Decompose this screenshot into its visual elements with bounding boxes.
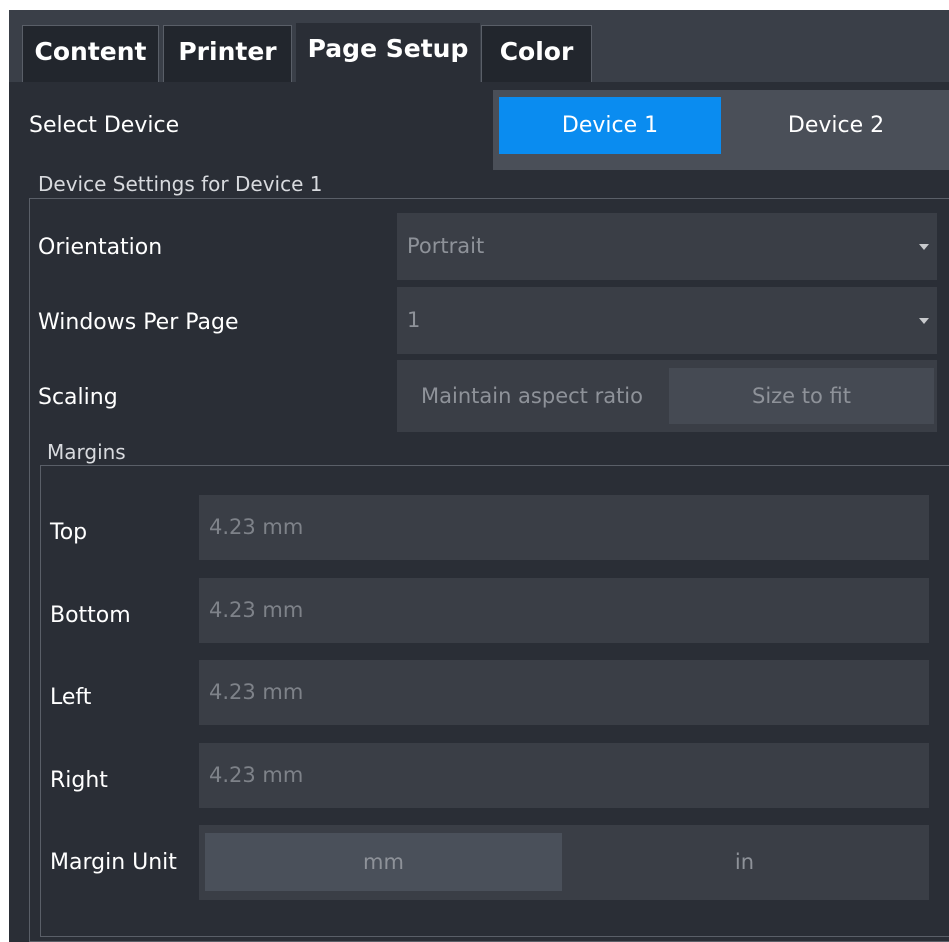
scaling-toggle: Maintain aspect ratio Size to fit: [397, 360, 937, 432]
unit-in-button[interactable]: in: [566, 833, 923, 891]
left-margin-input[interactable]: 4.23 mm: [199, 660, 929, 725]
windows-per-page-dropdown[interactable]: 1: [397, 287, 937, 354]
maintain-aspect-ratio-button[interactable]: Maintain aspect ratio: [397, 360, 667, 432]
device-2-button[interactable]: Device 2: [725, 97, 947, 154]
scaling-label: Scaling: [38, 385, 118, 410]
orientation-value: Portrait: [407, 234, 485, 258]
top-margin-label: Top: [50, 520, 88, 545]
top-margin-input[interactable]: 4.23 mm: [199, 495, 929, 560]
windows-per-page-label: Windows Per Page: [38, 310, 239, 335]
device-toggle: Device 1 Device 2: [493, 90, 949, 170]
margin-unit-label: Margin Unit: [50, 850, 177, 875]
orientation-label: Orientation: [38, 235, 163, 260]
device-settings-title: Device Settings for Device 1: [38, 172, 323, 196]
select-device-label: Select Device: [29, 113, 180, 138]
tab-bar: Content Printer Page Setup Color: [9, 10, 949, 82]
chevron-down-icon: [919, 317, 929, 324]
tab-printer[interactable]: Printer: [163, 25, 292, 82]
device-1-button[interactable]: Device 1: [499, 97, 721, 154]
margin-unit-toggle: mm in: [199, 825, 929, 900]
margins-title: Margins: [47, 440, 126, 464]
right-margin-label: Right: [50, 768, 108, 793]
left-margin-label: Left: [50, 685, 92, 710]
tab-page-setup[interactable]: Page Setup: [296, 23, 480, 82]
windows-per-page-value: 1: [407, 308, 421, 332]
right-margin-input[interactable]: 4.23 mm: [199, 743, 929, 808]
tab-color[interactable]: Color: [481, 25, 592, 82]
bottom-margin-input[interactable]: 4.23 mm: [199, 578, 929, 643]
tab-content[interactable]: Content: [22, 25, 159, 82]
size-to-fit-button[interactable]: Size to fit: [669, 368, 934, 424]
unit-mm-button[interactable]: mm: [205, 833, 562, 891]
bottom-margin-label: Bottom: [50, 603, 131, 628]
orientation-dropdown[interactable]: Portrait: [397, 213, 937, 280]
page-setup-panel: Content Printer Page Setup Color Select …: [9, 10, 949, 942]
chevron-down-icon: [919, 243, 929, 250]
